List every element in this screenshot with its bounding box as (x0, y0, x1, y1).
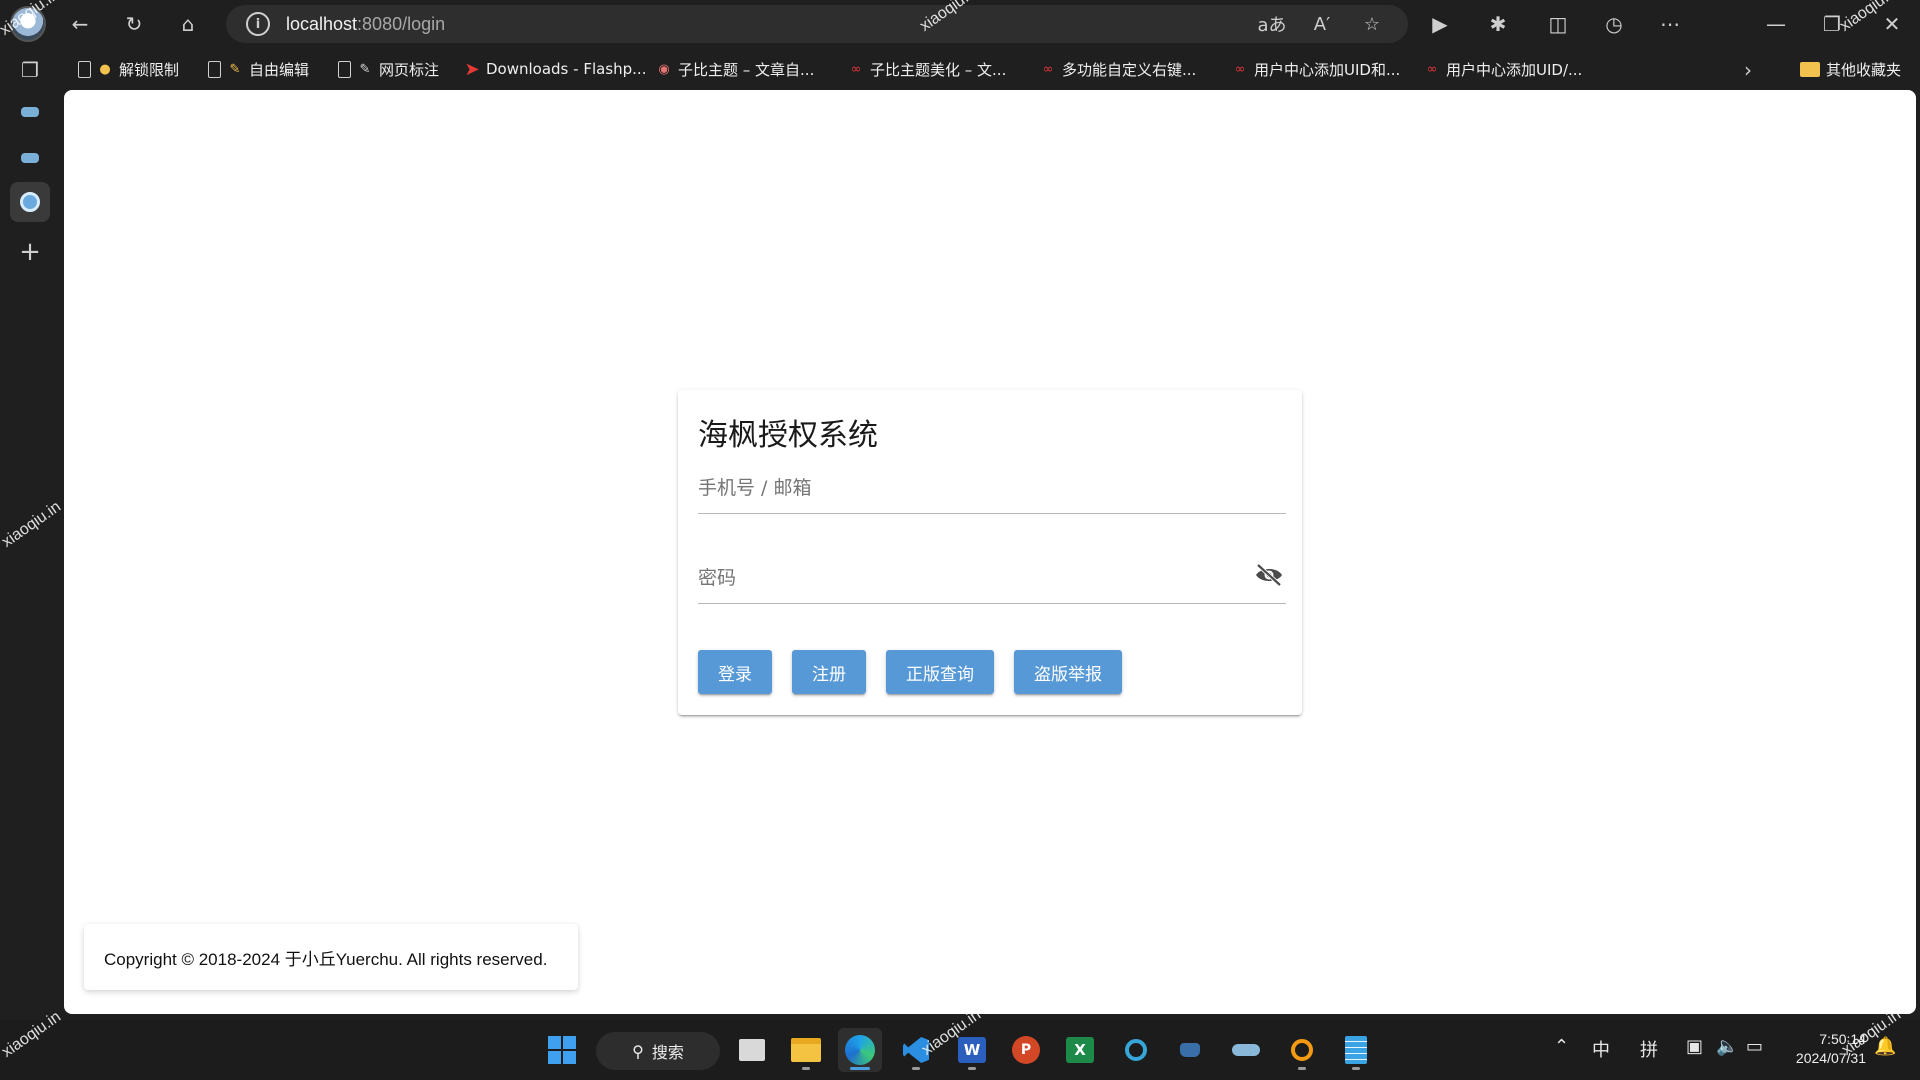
login-card: 海枫授权系统 登录 注册 正版查询 盗版举报 (678, 390, 1302, 715)
folder-icon (1800, 61, 1820, 77)
task-view-icon (739, 1039, 765, 1061)
back-icon[interactable]: ← (64, 8, 96, 40)
bookmark-item[interactable]: ∞ 多功能自定义右键... (1040, 56, 1197, 82)
tab-actions-icon[interactable]: ❐ (10, 50, 50, 90)
bookmark-item[interactable]: ∞ 用户中心添加UID和... (1232, 56, 1401, 82)
edit-icon: ✎ (229, 61, 241, 77)
ring-icon (1125, 1039, 1147, 1061)
search-icon: ⚲ (632, 1041, 644, 1061)
search-label: 搜索 (651, 1043, 684, 1062)
site-icon: ∞ (850, 61, 862, 77)
lock-icon: ● (99, 61, 111, 77)
network-icon[interactable]: ▣ (1686, 1036, 1703, 1057)
fish-icon (1232, 1044, 1260, 1056)
bookmark-item[interactable]: ∞ 子比主题美化 – 文... (848, 56, 1007, 82)
bookmark-item[interactable]: ∞ 用户中心添加UID/... (1424, 56, 1583, 82)
volume-icon[interactable]: 🔈 (1716, 1036, 1738, 1057)
eye-off-icon[interactable] (1254, 563, 1284, 587)
magnifier-icon (1291, 1039, 1313, 1061)
page-icon (338, 60, 351, 78)
bookmark-item[interactable]: ➤ Downloads - Flashp... (464, 56, 646, 82)
history-icon[interactable]: ◷ (1598, 8, 1630, 40)
account-field (698, 450, 1286, 514)
password-input[interactable] (698, 567, 1238, 589)
edge-app[interactable] (838, 1028, 882, 1072)
word-icon: W (958, 1037, 986, 1063)
bookmark-item[interactable]: ◉ 子比主题 – 文章自... (656, 56, 814, 82)
address-bar[interactable]: i localhost:8080/login aあ A′ ☆ (226, 5, 1408, 43)
register-button[interactable]: 注册 (792, 650, 866, 694)
notepad-icon (1345, 1036, 1367, 1064)
site-icon: ∞ (1234, 61, 1246, 77)
pen-icon: ✎ (359, 61, 371, 77)
extensions-icon[interactable]: ✱ (1482, 8, 1514, 40)
tab-favicon (21, 107, 39, 117)
other-bookmarks[interactable]: 其他收藏夹 (1800, 56, 1901, 82)
verify-license-button[interactable]: 正版查询 (886, 650, 994, 694)
translate-icon[interactable]: aあ (1254, 11, 1290, 37)
refresh-icon[interactable]: ↻ (118, 8, 150, 40)
powerpoint-app[interactable]: P (1004, 1028, 1048, 1072)
cat-icon (1180, 1043, 1200, 1057)
site-icon: ◉ (658, 61, 670, 77)
login-button[interactable]: 登录 (698, 650, 772, 694)
edge-icon (845, 1035, 875, 1065)
notepad-app[interactable] (1334, 1028, 1378, 1072)
bookmark-item[interactable]: ● 解锁限制 (78, 56, 179, 82)
excel-icon: X (1066, 1037, 1094, 1063)
bookmarks-bar: ● 解锁限制 ✎ 自由编辑 ✎ 网页标注 ➤ Downloads - Flashp...… (64, 52, 1920, 84)
taskbar-search[interactable]: ⚲ 搜索 (596, 1032, 720, 1070)
tray-chevron-up-icon[interactable]: ⌃ (1554, 1036, 1569, 1057)
copyright-footer: Copyright © 2018-2024 于小丘Yuerchu. All ri… (84, 924, 578, 990)
tab-favicon (21, 153, 39, 163)
site-icon: ∞ (1426, 61, 1438, 77)
chevron-right-icon[interactable]: › (1744, 58, 1752, 82)
fish-app[interactable] (1224, 1028, 1268, 1072)
tab-item[interactable] (10, 138, 50, 178)
password-field (698, 540, 1286, 604)
task-view-app[interactable] (730, 1028, 774, 1072)
home-icon[interactable]: ⌂ (172, 8, 204, 40)
address-url[interactable]: localhost:8080/login (286, 14, 445, 35)
windows-logo-icon (548, 1036, 576, 1064)
ime-language[interactable]: 中 (1592, 1036, 1610, 1062)
action-buttons: 登录 注册 正版查询 盗版举报 (698, 650, 1122, 694)
flashpoint-icon: ➤ (464, 58, 480, 80)
report-piracy-button[interactable]: 盗版举报 (1014, 650, 1122, 694)
read-aloud-icon[interactable]: A′ (1304, 11, 1340, 37)
site-icon: ∞ (1042, 61, 1054, 77)
circle-app[interactable] (1114, 1028, 1158, 1072)
powerpoint-icon: P (1012, 1036, 1040, 1064)
site-info-icon[interactable]: i (246, 12, 270, 36)
tab-item[interactable] (10, 92, 50, 132)
page-viewport: 海枫授权系统 登录 注册 正版查询 盗版举报 Copyright © 2018-… (64, 90, 1916, 1014)
tab-favicon (20, 192, 40, 212)
close-window-icon[interactable]: ✕ (1876, 8, 1908, 40)
folder-icon (791, 1038, 821, 1062)
cat-app[interactable] (1168, 1028, 1212, 1072)
page-icon (208, 60, 221, 78)
ime-mode[interactable]: 拼 (1640, 1036, 1658, 1062)
account-input[interactable] (698, 477, 1238, 499)
media-play-icon[interactable]: ▶ (1424, 8, 1456, 40)
page-icon (78, 60, 91, 78)
search-tool-app[interactable] (1280, 1028, 1324, 1072)
tab-item-active[interactable] (10, 182, 50, 222)
new-tab-plus-icon[interactable]: + (10, 232, 50, 272)
battery-icon[interactable]: ▭ (1746, 1036, 1763, 1057)
excel-app[interactable]: X (1058, 1028, 1102, 1072)
split-screen-icon[interactable]: ◫ (1542, 8, 1574, 40)
copyright-text: Copyright © 2018-2024 于小丘Yuerchu. All ri… (104, 949, 548, 969)
start-button[interactable] (540, 1028, 584, 1072)
bookmark-item[interactable]: ✎ 网页标注 (338, 56, 439, 82)
minimize-icon[interactable]: — (1760, 8, 1792, 40)
bookmark-item[interactable]: ✎ 自由编辑 (208, 56, 309, 82)
login-title: 海枫授权系统 (698, 418, 878, 453)
favorite-star-icon[interactable]: ☆ (1354, 11, 1390, 37)
more-menu-icon[interactable]: ⋯ (1654, 8, 1686, 40)
file-explorer-app[interactable] (784, 1028, 828, 1072)
